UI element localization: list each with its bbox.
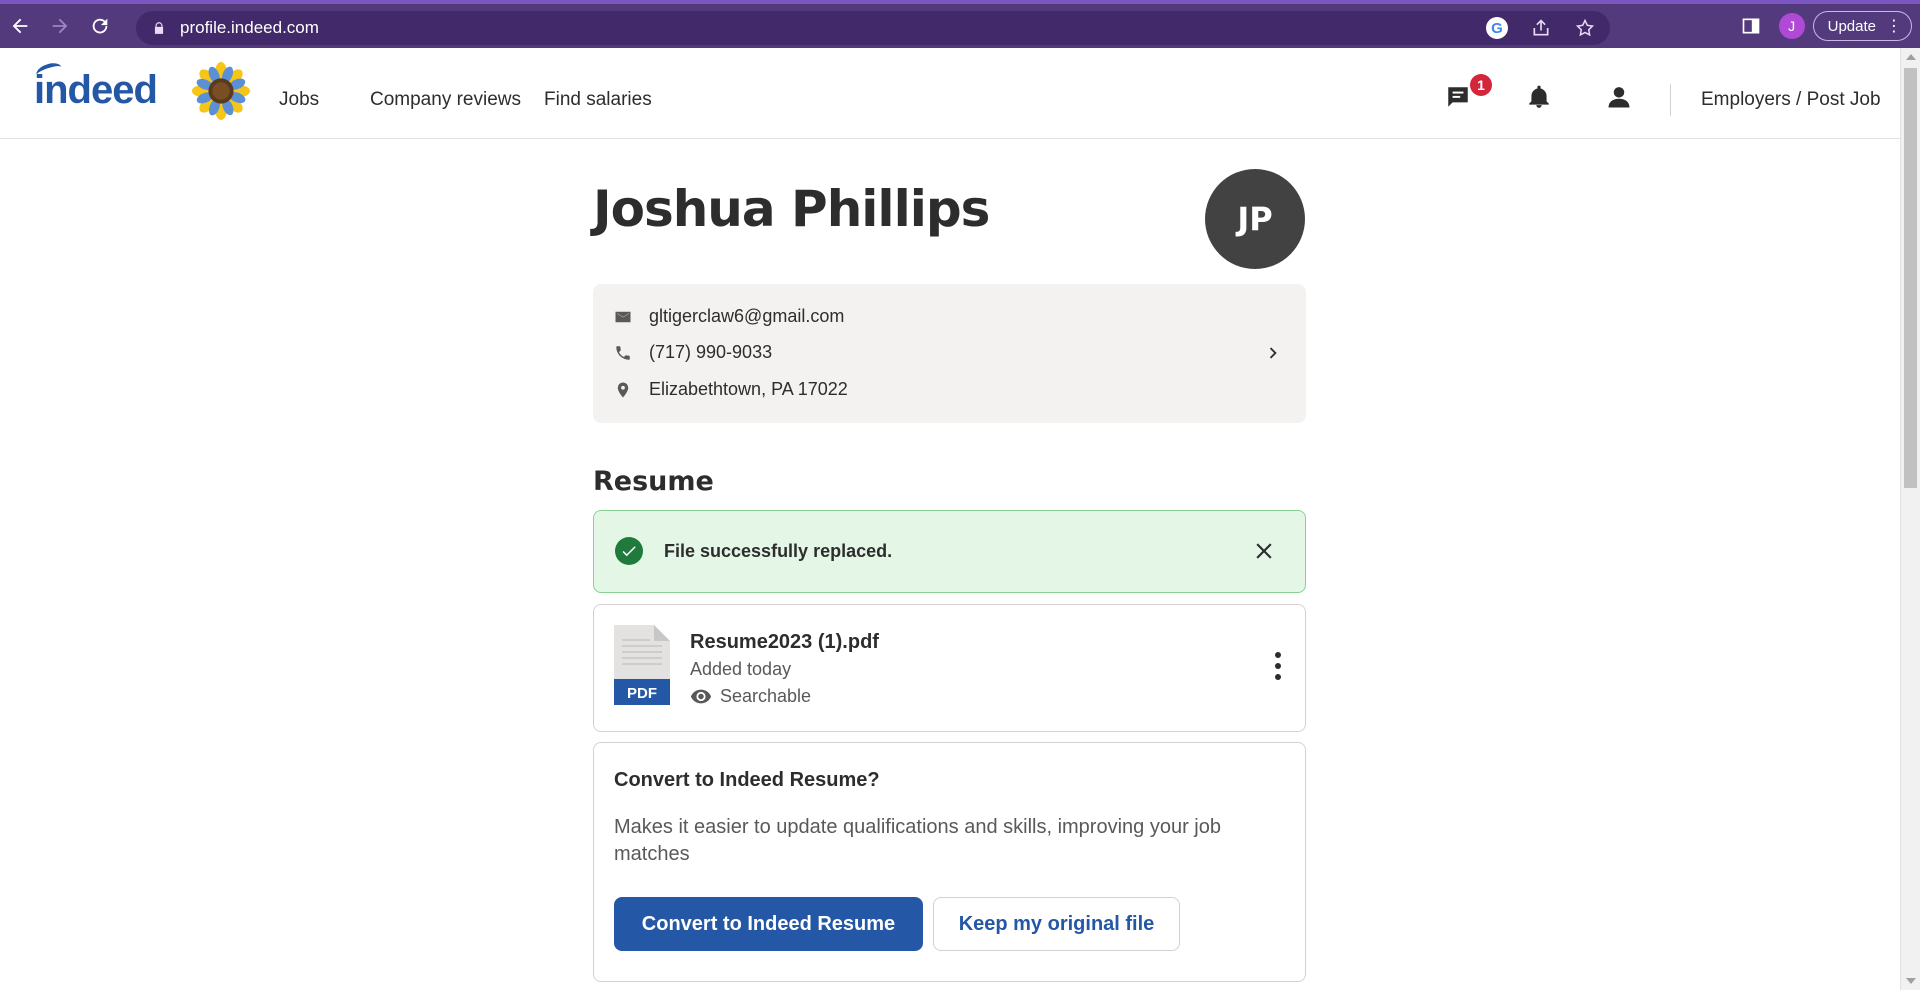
resume-section-title: Resume [593,466,714,497]
side-panel-button[interactable] [1731,6,1771,46]
messages-button[interactable] [1443,82,1473,112]
browser-toolbar: profile.indeed.com G J Update ⋮ [0,0,1920,48]
page-scrollbar[interactable] [1900,48,1920,990]
site-header: indeed Jobs Company reviews Find salarie… [0,48,1900,139]
nav-company-reviews[interactable]: Company reviews [370,89,521,111]
scroll-thumb[interactable] [1904,68,1917,488]
eye-icon [690,689,712,704]
contact-info-card[interactable]: gltigerclaw6@gmail.com (717) 990-9033 El… [593,284,1306,423]
email-row: gltigerclaw6@gmail.com [613,306,844,327]
phone-icon [613,343,633,363]
url-text: profile.indeed.com [180,18,319,37]
success-alert: File successfully replaced. [593,510,1306,593]
profile-avatar-button[interactable]: J [1778,13,1805,39]
update-button[interactable]: Update ⋮ [1812,11,1912,41]
arrow-left-icon [12,18,28,34]
profile-name: Joshua Phillips [593,180,990,238]
messages-badge: 1 [1470,74,1492,96]
google-lens-icon[interactable]: G [1484,15,1510,41]
share-icon[interactable] [1528,15,1554,41]
bookmark-star-icon[interactable] [1572,15,1598,41]
reload-icon [92,18,108,34]
update-label: Update [1827,17,1876,35]
phone-text: (717) 990-9033 [649,342,773,362]
visibility-status: Searchable [690,685,811,707]
phone-row: (717) 990-9033 [613,342,772,363]
more-vertical-icon: ⋮ [1886,18,1902,35]
convert-to-indeed-resume-button[interactable]: Convert to Indeed Resume [614,897,923,951]
forward-button[interactable] [40,6,80,46]
pdf-label: PDF [627,685,657,702]
file-added-date: Added today [690,659,792,679]
resume-file-card[interactable]: PDF Resume2023 (1).pdf Added today Searc… [593,604,1306,732]
visibility-text: Searchable [720,685,812,706]
header-divider [1670,84,1671,116]
chat-icon [1448,87,1468,107]
more-options-icon[interactable] [1273,651,1283,681]
close-icon[interactable] [1251,538,1277,564]
convert-resume-card: Convert to Indeed Resume? Makes it easie… [593,742,1306,982]
user-icon [1608,87,1630,108]
convert-description: Makes it easier to update qualifications… [614,816,1221,865]
bell-icon [1529,85,1549,108]
sunflower-icon [192,62,250,120]
arrow-right-icon [52,18,68,34]
location-pin-icon [613,380,633,400]
account-button[interactable] [1604,82,1634,112]
nav-find-salaries[interactable]: Find salaries [544,89,652,111]
back-button[interactable] [0,6,40,46]
location-text: Elizabethtown, PA 17022 [649,379,848,399]
convert-title: Convert to Indeed Resume? [614,769,880,791]
nav-jobs[interactable]: Jobs [279,89,319,111]
chevron-right-icon[interactable] [1262,342,1284,364]
notifications-button[interactable] [1524,82,1554,112]
lock-icon [152,21,166,35]
reload-button[interactable] [80,6,120,46]
check-circle-icon [615,537,643,565]
address-bar[interactable]: profile.indeed.com G [136,11,1610,45]
keep-original-file-button[interactable]: Keep my original file [933,897,1180,951]
scroll-up-arrow[interactable] [1906,54,1916,60]
alert-message: File successfully replaced. [664,541,893,561]
avatar: JP [1205,169,1305,269]
scroll-down-arrow[interactable] [1906,978,1916,984]
side-panel-icon [1742,18,1759,34]
mail-icon [613,307,633,327]
email-text: gltigerclaw6@gmail.com [649,306,845,326]
employers-post-job-link[interactable]: Employers / Post Job [1701,89,1881,111]
file-name: Resume2023 (1).pdf [690,631,879,653]
indeed-logo[interactable]: indeed [34,60,158,113]
location-row: Elizabethtown, PA 17022 [613,379,848,400]
